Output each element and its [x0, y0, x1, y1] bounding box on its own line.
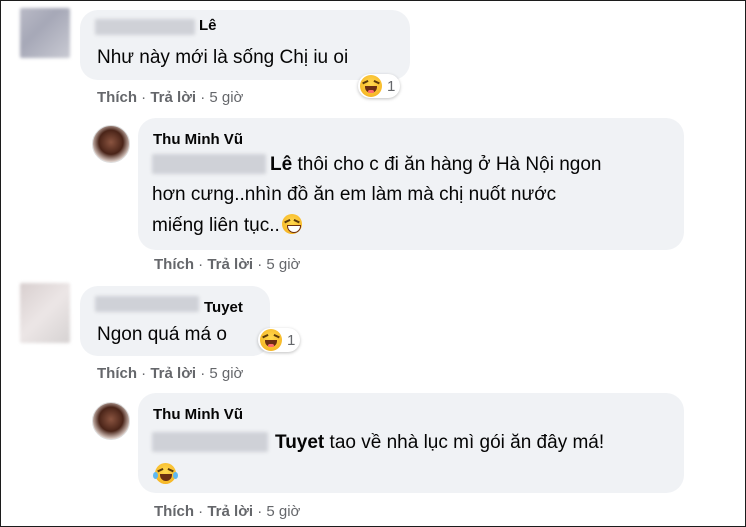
- reaction-badge[interactable]: 1: [258, 328, 301, 352]
- reply-link[interactable]: Trả lời: [150, 89, 196, 106]
- like-link[interactable]: Thích: [154, 256, 194, 273]
- reply-link[interactable]: Trả lời: [150, 365, 196, 382]
- comment-actions: Thích · Trả lời · 5 giờ: [97, 365, 243, 382]
- comment-author[interactable]: Tuyet: [204, 299, 243, 316]
- mention-tag[interactable]: Lê: [270, 154, 292, 175]
- separator: ·: [198, 503, 204, 520]
- like-link[interactable]: Thích: [154, 503, 194, 520]
- comment-text: Như này mới là sống Chị iu oi: [97, 47, 349, 68]
- separator: ·: [200, 89, 206, 106]
- reaction-count: 1: [287, 331, 296, 349]
- timestamp[interactable]: 5 giờ: [266, 503, 300, 520]
- timestamp[interactable]: 5 giờ: [209, 365, 243, 382]
- mention-tag[interactable]: Tuyet: [275, 432, 324, 453]
- reply-link[interactable]: Trả lời: [207, 256, 253, 273]
- avatar[interactable]: [20, 283, 70, 343]
- separator: ·: [198, 256, 204, 273]
- timestamp[interactable]: 5 giờ: [266, 256, 300, 273]
- comment-text: Lê thôi cho c đi ăn hàng ở Hà Nội ngon: [270, 150, 601, 180]
- separator: ·: [200, 365, 206, 382]
- grinning-emoji-icon: [281, 214, 302, 234]
- reply-link[interactable]: Trả lời: [207, 503, 253, 520]
- comment-text: Ngon quá má o: [97, 324, 227, 345]
- comment-text-line: hơn cưng..nhìn đồ ăn em làm mà chị nuốt …: [152, 184, 557, 205]
- separator: ·: [141, 89, 147, 106]
- comment-actions: Thích · Trả lời · 5 giờ: [97, 89, 243, 106]
- reaction-count: 1: [387, 77, 396, 95]
- separator: ·: [141, 365, 147, 382]
- comment-actions: Thích · Trả lời · 5 giờ: [154, 503, 300, 520]
- avatar[interactable]: [92, 125, 130, 163]
- comment-actions: Thích · Trả lời · 5 giờ: [154, 256, 300, 273]
- laughing-emoji-icon: [260, 329, 282, 351]
- comment-author[interactable]: Thu Minh Vũ: [153, 131, 243, 148]
- blurred-tag: [152, 154, 266, 174]
- comment-text: Tuyet tao về nhà lục mì gói ăn đây má!: [275, 428, 604, 458]
- tears-of-joy-emoji-icon: [153, 463, 178, 489]
- blurred-name: [95, 296, 199, 312]
- blurred-tag: [152, 432, 268, 452]
- like-link[interactable]: Thích: [97, 365, 137, 382]
- comment-text-line: thôi cho c đi ăn hàng ở Hà Nội ngon: [297, 154, 602, 175]
- comment-author[interactable]: Lê: [199, 17, 217, 34]
- separator: ·: [257, 256, 263, 273]
- avatar[interactable]: [92, 402, 130, 440]
- comment-author[interactable]: Thu Minh Vũ: [153, 406, 243, 423]
- comment-text-line: miếng liên tục..: [152, 211, 302, 241]
- blurred-name: [95, 19, 195, 35]
- comment-text-line: tao về nhà lục mì gói ăn đây má!: [329, 432, 605, 453]
- like-link[interactable]: Thích: [97, 89, 137, 106]
- timestamp[interactable]: 5 giờ: [209, 89, 243, 106]
- laughing-emoji-icon: [360, 75, 382, 97]
- reaction-badge[interactable]: 1: [358, 74, 401, 98]
- separator: ·: [257, 503, 263, 520]
- avatar[interactable]: [20, 8, 70, 58]
